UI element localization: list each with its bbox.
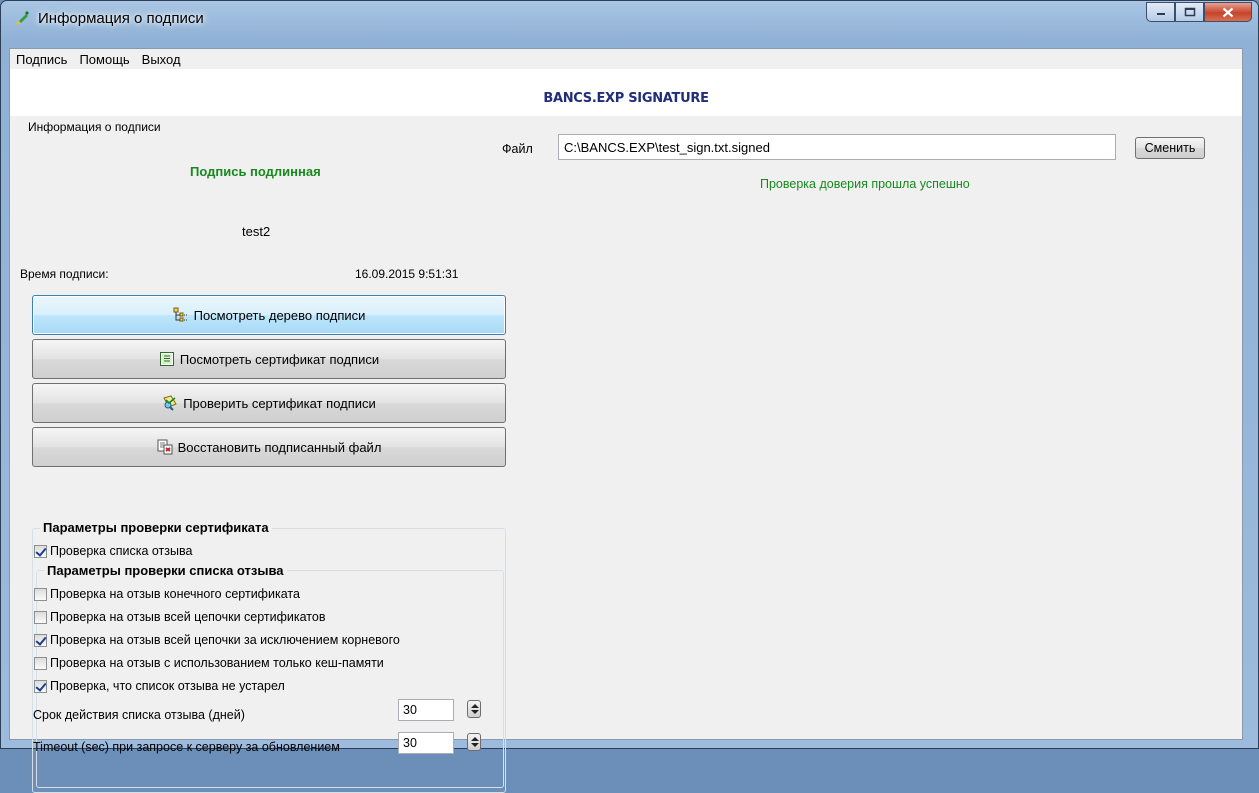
restore-file-icon xyxy=(157,439,173,455)
crl-check-box[interactable] xyxy=(34,544,47,558)
crl-option-cache-only-box[interactable] xyxy=(34,656,47,670)
header-banner: BANCS.EXP SIGNATURE xyxy=(10,69,1242,116)
crl-option-full-chain[interactable]: Проверка на отзыв всей цепочки сертифика… xyxy=(34,610,325,624)
signature-status: Подпись подлинная xyxy=(190,164,321,179)
crl-option-chain-except-root[interactable]: Проверка на отзыв всей цепочки за исключ… xyxy=(34,633,400,647)
crl-option-end-cert-label: Проверка на отзыв конечного сертификата xyxy=(50,587,300,601)
crl-timeout-input[interactable]: 30 xyxy=(398,732,454,754)
verify-certificate-button[interactable]: Проверить сертификат подписи xyxy=(32,383,506,423)
crl-validity-input[interactable]: 30 xyxy=(398,699,454,721)
change-file-button[interactable]: Сменить xyxy=(1135,137,1205,159)
title-bar[interactable]: Информация о подписи xyxy=(1,1,1258,37)
menu-signature[interactable]: Подпись xyxy=(16,52,67,67)
signature-app-icon xyxy=(15,11,29,25)
banner-title: BANCS.EXP SIGNATURE xyxy=(543,91,709,106)
crl-option-cache-only-label: Проверка на отзыв с использованием тольк… xyxy=(50,656,384,670)
verify-certificate-label: Проверить сертификат подписи xyxy=(183,395,376,411)
view-certificate-button[interactable]: Посмотреть сертификат подписи xyxy=(32,339,506,379)
certificate-icon xyxy=(159,352,174,366)
verify-certificate-icon xyxy=(163,395,177,411)
view-signature-tree-button[interactable]: Посмотреть дерево подписи xyxy=(32,295,506,335)
crl-option-not-expired[interactable]: Проверка, что список отзыва не устарел xyxy=(34,679,285,693)
tree-icon xyxy=(173,307,188,322)
trust-check-status: Проверка доверия прошла успешно xyxy=(760,177,970,191)
menu-exit[interactable]: Выход xyxy=(142,52,181,67)
close-icon xyxy=(1222,7,1234,17)
crl-params-title: Параметры проверки списка отзыва xyxy=(44,563,287,578)
crl-timeout-label: Timeout (sec) при запросе к серверу за о… xyxy=(33,740,340,754)
minimize-button[interactable] xyxy=(1146,2,1175,22)
crl-validity-spinner[interactable] xyxy=(467,700,481,718)
view-certificate-label: Посмотреть сертификат подписи xyxy=(179,351,380,367)
signing-time-value: 16.09.2015 9:51:31 xyxy=(355,267,459,281)
menu-help[interactable]: Помощь xyxy=(79,52,129,67)
maximize-button[interactable] xyxy=(1175,2,1204,22)
crl-check-checkbox[interactable]: Проверка списка отзыва xyxy=(34,544,192,558)
menu-bar: Подпись Помощь Выход xyxy=(10,49,1242,69)
crl-timeout-spinner[interactable] xyxy=(467,733,481,751)
cert-check-params-title: Параметры проверки сертификата xyxy=(40,520,272,535)
restore-signed-file-button[interactable]: Восстановить подписанный файл xyxy=(32,427,506,467)
window-title: Информация о подписи xyxy=(38,10,204,27)
crl-option-cache-only[interactable]: Проверка на отзыв с использованием тольк… xyxy=(34,656,384,670)
crl-option-end-cert[interactable]: Проверка на отзыв конечного сертификата xyxy=(34,587,300,601)
crl-option-not-expired-box[interactable] xyxy=(34,679,47,693)
crl-option-full-chain-box[interactable] xyxy=(34,610,47,624)
crl-check-label: Проверка списка отзыва xyxy=(50,544,193,558)
client-area: Подпись Помощь Выход BANCS.EXP SIGNATURE… xyxy=(9,48,1243,793)
crl-option-not-expired-label: Проверка, что список отзыва не устарел xyxy=(50,679,285,693)
signing-time-label: Время подписи: xyxy=(20,267,109,281)
crl-option-full-chain-label: Проверка на отзыв всей цепочки сертифика… xyxy=(50,610,326,624)
crl-option-chain-except-root-label: Проверка на отзыв всей цепочки за исключ… xyxy=(50,633,400,647)
app-window: Информация о подписи Подпись Помощь Выхо… xyxy=(0,0,1259,793)
file-label: Файл xyxy=(502,142,533,156)
crl-option-chain-except-root-box[interactable] xyxy=(34,633,47,647)
crl-validity-label: Срок действия списка отзыва (дней) xyxy=(33,708,245,722)
minimize-icon xyxy=(1156,13,1165,15)
view-signature-tree-label: Посмотреть дерево подписи xyxy=(193,307,366,323)
maximize-icon xyxy=(1184,7,1195,17)
file-path-input[interactable]: C:\BANCS.EXP\test_sign.txt.signed xyxy=(558,134,1116,160)
signature-info-group-label: Информация о подписи xyxy=(26,120,163,134)
close-button[interactable] xyxy=(1204,2,1252,22)
crl-option-end-cert-box[interactable] xyxy=(34,587,47,601)
restore-signed-file-label: Восстановить подписанный файл xyxy=(177,439,382,455)
signer-name: test2 xyxy=(242,224,271,239)
window-controls xyxy=(1146,2,1252,23)
signature-info-panel: Информация о подписи Подпись подлинная t… xyxy=(20,120,506,793)
